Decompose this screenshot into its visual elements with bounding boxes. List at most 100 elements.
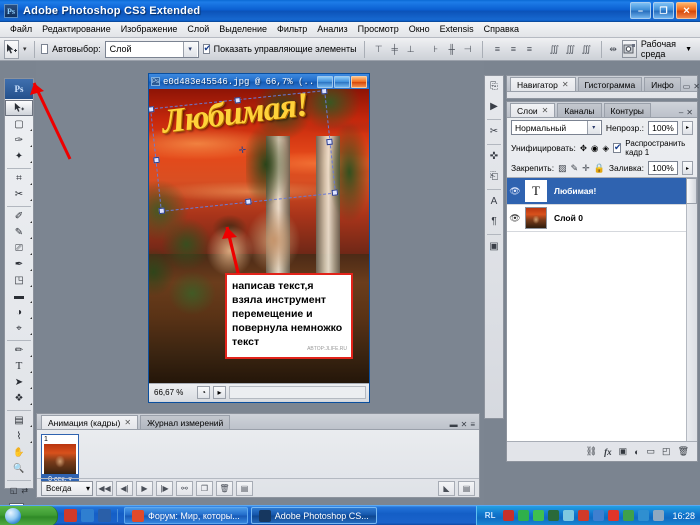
layer-list-scrollbar[interactable] — [686, 178, 697, 441]
select-next-frame-button[interactable]: |▶ — [156, 480, 173, 496]
delete-layer-button[interactable]: 🗑 — [678, 446, 689, 457]
document-titlebar[interactable]: Ps e0d483e45546.jpg @ 66,7% (... — [149, 74, 369, 89]
document-maximize-button[interactable] — [334, 75, 350, 88]
distribute-top-edges-button[interactable]: ≡ — [490, 41, 505, 57]
add-layer-mask-button[interactable]: ▣ — [619, 446, 628, 457]
notes-tool-button[interactable]: ▤ — [5, 412, 33, 428]
delete-frame-button[interactable]: 🗑 — [216, 480, 233, 496]
timeline-mode-icon[interactable]: ▤ — [458, 480, 475, 496]
pen-tool-button[interactable]: ✏ — [5, 342, 33, 358]
layer-name[interactable]: Слой 0 — [554, 213, 583, 223]
transform-reference-point-icon[interactable]: ✛ — [238, 145, 248, 156]
history-brush-tool-button[interactable]: ✒ — [5, 256, 33, 272]
panel-close-icon[interactable]: ✕ — [686, 108, 693, 117]
panel-resize-left-icon[interactable]: ◣ — [438, 480, 455, 496]
panel-close-icon[interactable]: ✕ — [461, 420, 468, 429]
flyout-triangle-icon[interactable] — [30, 333, 32, 335]
actions-panel-icon[interactable]: ▶ — [485, 96, 503, 116]
align-horizontal-centers-button[interactable]: ╫ — [444, 41, 459, 57]
custom-shape-tool-button[interactable]: ❖ — [5, 390, 33, 406]
show-desktop-quicklaunch-icon[interactable] — [98, 509, 111, 522]
chevron-down-icon[interactable]: ▾ — [86, 484, 90, 493]
flyout-triangle-icon[interactable] — [30, 317, 32, 319]
panel-collapse-icon[interactable]: ▬ — [450, 420, 458, 429]
zoom-tool-button[interactable]: 🔍 — [5, 460, 33, 476]
flyout-triangle-icon[interactable] — [30, 129, 32, 131]
tween-frames-button[interactable]: ⚯ — [176, 480, 193, 496]
flyout-triangle-icon[interactable] — [30, 145, 32, 147]
taskbar-button-forum[interactable]: Форум: Мир, которы... — [124, 507, 248, 524]
paragraph-panel-icon[interactable]: ¶ — [485, 211, 503, 231]
layer-list[interactable]: 👁 T Любимая! 👁 Слой 0 — [507, 177, 697, 442]
magic-wand-tool-button[interactable]: ✦ — [5, 148, 33, 164]
clone-stamp-tool-button[interactable]: ⎚ — [5, 240, 33, 256]
move-tool-icon[interactable] — [4, 39, 19, 59]
distribute-horizontal-centers-button[interactable]: ∭ — [563, 41, 578, 57]
path-selection-tool-button[interactable]: ➤ — [5, 374, 33, 390]
align-right-edges-button[interactable]: ⊣ — [460, 41, 475, 57]
lock-position-icon[interactable]: ✛ — [582, 163, 590, 174]
link-layers-button[interactable]: ⛓ — [586, 446, 597, 457]
tool-presets-panel-icon[interactable]: ✂ — [485, 121, 503, 141]
align-left-edges-button[interactable]: ⊦ — [428, 41, 443, 57]
history-panel-icon[interactable]: ⎘ — [485, 76, 503, 96]
preview-size-icon[interactable]: ◔ — [197, 386, 210, 399]
auto-select-target-dropdown[interactable]: Слой ▾ — [104, 40, 199, 58]
character-panel-icon[interactable]: A — [485, 191, 503, 211]
gradient-tool-button[interactable]: ▬ — [5, 288, 33, 304]
tab-histogram[interactable]: Гистограмма — [577, 77, 643, 91]
chevron-down-icon[interactable]: ▾ — [182, 41, 197, 57]
clone-source-panel-icon[interactable]: ⎗ — [485, 166, 503, 186]
zoom-level-value[interactable]: 66,67 % — [152, 388, 194, 397]
brushes-panel-icon[interactable]: ✜ — [485, 146, 503, 166]
doc-info-icon[interactable]: ▸ — [213, 386, 226, 399]
move-tool-button[interactable] — [5, 100, 33, 116]
close-icon[interactable]: ✕ — [562, 78, 569, 92]
tab-channels[interactable]: Каналы — [557, 103, 602, 117]
flyout-triangle-icon[interactable] — [30, 183, 32, 185]
flyout-triangle-icon[interactable] — [30, 237, 32, 239]
menu-help[interactable]: Справка — [479, 22, 524, 37]
go-to-bridge-icon[interactable] — [621, 40, 637, 58]
tab-navigator[interactable]: Навигатор ✕ — [510, 77, 576, 91]
blend-mode-dropdown[interactable]: Нормальный ▾ — [511, 120, 602, 135]
tray-icon-4[interactable] — [548, 510, 560, 521]
menu-layer[interactable]: Слой — [182, 22, 214, 37]
transform-handle-middle-right[interactable] — [326, 138, 333, 146]
tray-icon-7[interactable] — [593, 510, 605, 521]
transform-handle-bottom-left[interactable] — [158, 207, 166, 215]
flyout-triangle-icon[interactable] — [30, 253, 32, 255]
fill-slider-arrow-icon[interactable]: ▸ — [682, 161, 693, 175]
default-colors-button[interactable]: ◱ ⇄ — [5, 482, 33, 498]
fill-input[interactable]: 100% — [648, 161, 678, 175]
menu-select[interactable]: Выделение — [214, 22, 272, 37]
transform-handle-top-right[interactable] — [320, 89, 328, 95]
select-first-frame-button[interactable]: ◀◀ — [96, 480, 113, 496]
table-row[interactable]: 👁 T Любимая! — [507, 178, 697, 205]
distribute-left-edges-button[interactable]: ∭ — [547, 41, 562, 57]
panel-collapse-icon[interactable]: ▭ — [683, 82, 691, 91]
tray-icon-3[interactable] — [533, 510, 545, 521]
layer-list-scroll-thumb[interactable] — [686, 178, 697, 204]
tray-icon-8[interactable] — [608, 510, 620, 521]
unify-layer-position-icon[interactable]: ✥ — [580, 143, 587, 154]
minimize-button[interactable]: – — [630, 2, 651, 19]
healing-brush-tool-button[interactable]: ✐ — [5, 208, 33, 224]
opacity-slider-arrow-icon[interactable]: ▸ — [682, 120, 693, 135]
flyout-triangle-icon[interactable] — [30, 269, 32, 271]
panel-collapse-icon[interactable]: – — [679, 108, 683, 117]
chevron-down-icon[interactable]: ▾ — [586, 121, 600, 134]
menu-file[interactable]: Файл — [5, 22, 37, 37]
tray-icon-11[interactable] — [653, 510, 665, 521]
flyout-triangle-icon[interactable] — [30, 301, 32, 303]
tray-icon-10[interactable] — [638, 510, 650, 521]
menu-window[interactable]: Окно — [404, 22, 435, 37]
flyout-triangle-icon[interactable] — [30, 161, 32, 163]
menu-edit[interactable]: Редактирование — [37, 22, 116, 37]
distribute-right-edges-button[interactable]: ∭ — [579, 41, 594, 57]
menu-view[interactable]: Просмотр — [353, 22, 404, 37]
flyout-triangle-icon[interactable] — [30, 199, 32, 201]
flyout-triangle-icon[interactable] — [30, 221, 32, 223]
layer-style-button[interactable]: fx — [604, 447, 612, 457]
crop-tool-button[interactable]: ⌗ — [5, 170, 33, 186]
